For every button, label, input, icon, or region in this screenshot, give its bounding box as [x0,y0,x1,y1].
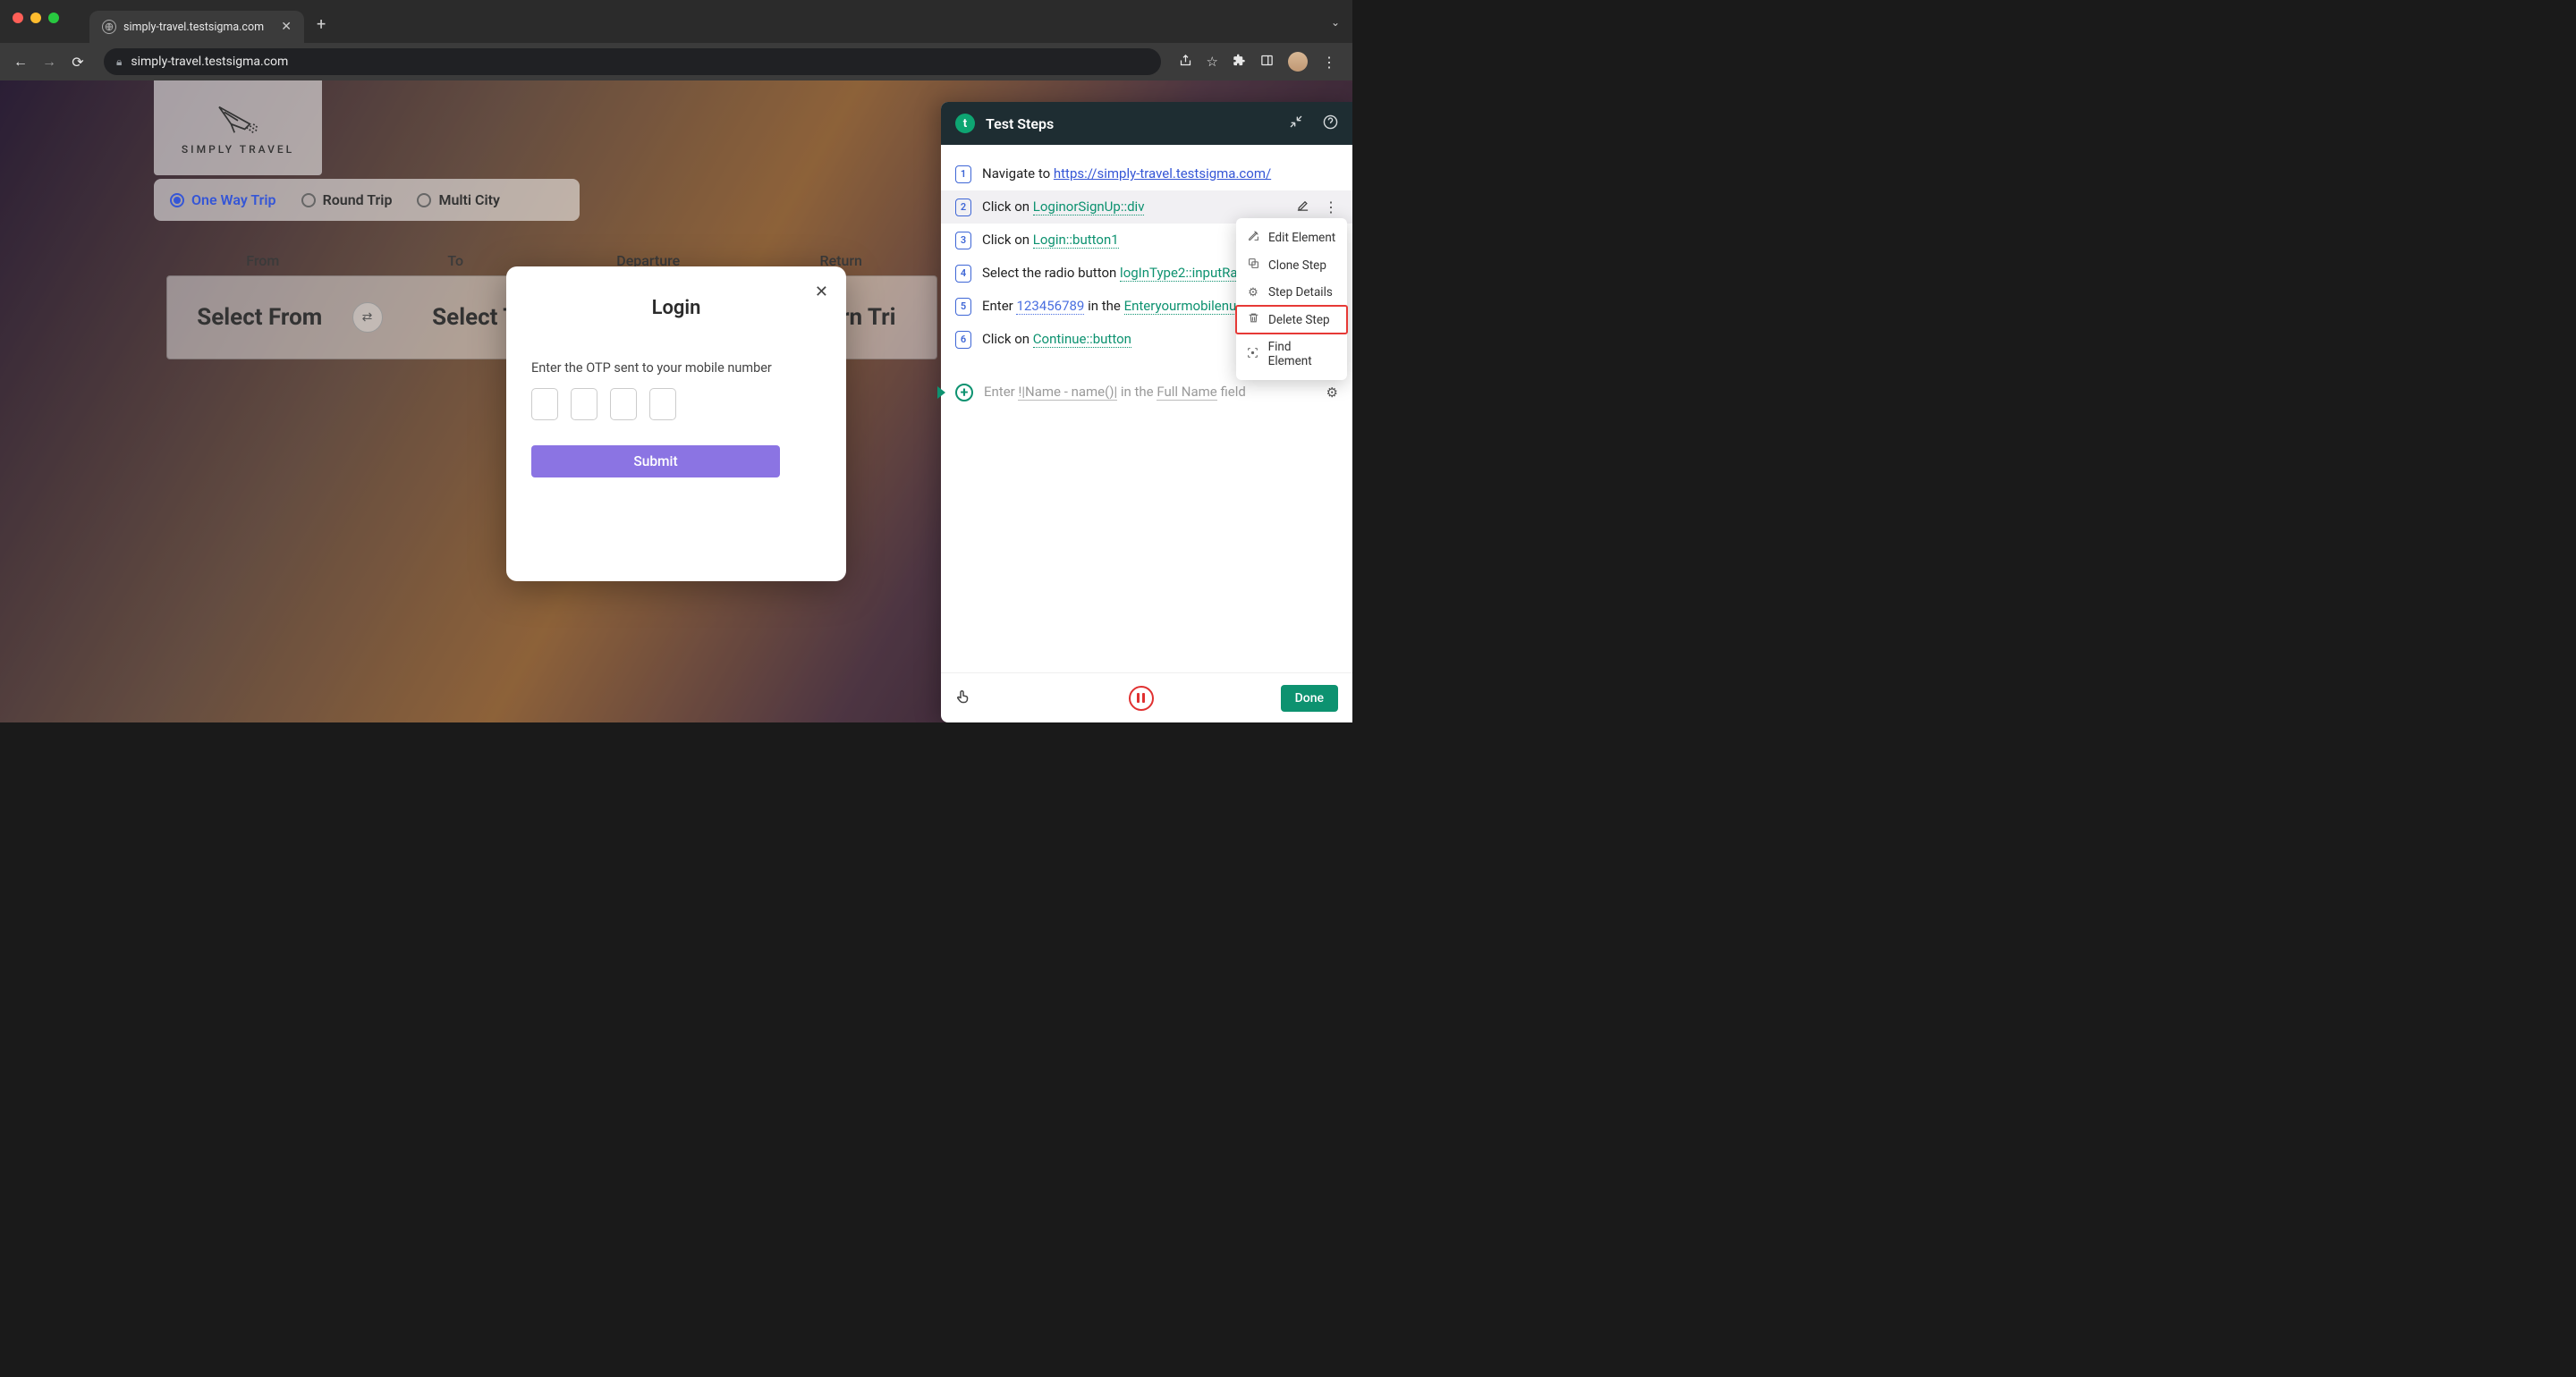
trip-type-label: One Way Trip [191,191,276,208]
trip-type-card: One Way Trip Round Trip Multi City [154,179,580,221]
plane-icon [212,100,264,138]
pause-button[interactable] [1129,686,1154,711]
panel-header: Test Steps [941,102,1352,145]
from-field[interactable]: Select From [167,304,352,331]
test-step[interactable]: 1 Navigate to https://simply-travel.test… [941,157,1352,190]
ctx-edit-element[interactable]: Edit Element [1236,224,1347,251]
step-number-badge: 4 [955,265,971,283]
step-url-link[interactable]: https://simply-travel.testsigma.com/ [1054,165,1271,182]
step-element-link[interactable]: Login::button1 [1033,232,1119,249]
close-tab-icon[interactable]: ✕ [281,20,292,34]
new-tab-button[interactable]: + [317,15,326,34]
target-icon [1247,347,1259,362]
copy-icon [1247,258,1259,273]
ctx-label: Clone Step [1268,258,1326,273]
browser-tab[interactable]: simply-travel.testsigma.com ✕ [89,11,304,43]
otp-digit-2[interactable] [571,388,597,420]
sidepanel-icon[interactable] [1260,54,1274,71]
otp-digit-1[interactable] [531,388,558,420]
ctx-step-details[interactable]: ⚙ Step Details [1236,279,1347,306]
trip-type-label: Round Trip [323,191,393,208]
window-maximize[interactable] [48,13,59,23]
done-button[interactable]: Done [1281,685,1338,712]
browser-tab-bar: simply-travel.testsigma.com ✕ + ⌄ [0,0,1352,43]
tabs-dropdown-icon[interactable]: ⌄ [1331,16,1340,29]
trip-type-multi[interactable]: Multi City [417,191,500,208]
swap-icon[interactable]: ⇄ [352,302,383,333]
lock-icon: 🔒︎ [116,55,122,69]
add-step-icon[interactable]: + [955,384,973,401]
otp-instruction: Enter the OTP sent to your mobile number [531,360,821,376]
edit-icon [1247,230,1259,245]
step-number-badge: 5 [955,298,971,316]
tab-title: simply-travel.testsigma.com [123,21,274,34]
edit-step-icon[interactable] [1296,199,1309,215]
trip-type-round[interactable]: Round Trip [301,191,393,208]
window-minimize[interactable] [30,13,41,23]
site-logo[interactable]: SIMPLY TRAVEL [154,80,322,175]
new-step-template: Enter !|Name - name()| in the Full Name … [984,383,1316,401]
help-icon[interactable] [1323,114,1338,133]
url-text: simply-travel.testsigma.com [131,55,288,69]
step-element-link[interactable]: Enteryourmobilenu [1124,298,1237,315]
step-settings-icon[interactable]: ⚙ [1326,384,1338,401]
back-button[interactable]: ← [13,53,29,71]
ctx-label: Find Element [1268,340,1336,368]
address-bar[interactable]: 🔒︎ simply-travel.testsigma.com [104,48,1161,75]
logo-text: SIMPLY TRAVEL [182,143,294,156]
ctx-label: Edit Element [1268,231,1335,245]
step-more-icon[interactable]: ⋮ [1324,199,1338,215]
forward-button[interactable]: → [41,53,57,71]
ctx-label: Delete Step [1268,313,1330,327]
trip-type-one-way[interactable]: One Way Trip [170,191,276,208]
ctx-find-element[interactable]: Find Element [1236,334,1347,375]
modal-title: Login [531,297,821,319]
globe-icon [102,20,116,34]
radio-icon [170,193,184,207]
testsigma-logo-icon [955,114,975,133]
steps-list: 1 Navigate to https://simply-travel.test… [941,145,1352,672]
trip-type-label: Multi City [438,191,500,208]
pointer-tool-icon[interactable] [955,688,971,708]
window-close[interactable] [13,13,23,23]
otp-digit-3[interactable] [610,388,637,420]
radio-icon [417,193,431,207]
panel-title: Test Steps [986,115,1269,132]
close-icon[interactable]: ✕ [815,283,828,301]
step-text: Navigate to https://simply-travel.testsi… [982,165,1338,183]
collapse-icon[interactable] [1289,114,1303,132]
ctx-clone-step[interactable]: Clone Step [1236,251,1347,279]
step-element-link[interactable]: Continue::button [1033,331,1131,348]
step-data-value[interactable]: 123456789 [1016,298,1084,315]
login-modal: ✕ Login Enter the OTP sent to your mobil… [506,266,846,581]
field-label-from: From [166,252,360,269]
ctx-label: Step Details [1268,285,1333,300]
profile-avatar[interactable] [1288,52,1308,72]
submit-button[interactable]: Submit [531,445,780,477]
browser-menu-icon[interactable]: ⋮ [1322,54,1336,71]
panel-footer: Done [941,672,1352,722]
step-element-link[interactable]: logInType2::inputRa [1120,265,1238,282]
trash-icon [1247,312,1259,327]
test-steps-panel: Test Steps 1 Navigate to https://simply-… [941,102,1352,722]
browser-toolbar: ← → ⟳ 🔒︎ simply-travel.testsigma.com ☆ ⋮ [0,43,1352,80]
share-icon[interactable] [1179,54,1192,71]
reload-button[interactable]: ⟳ [70,54,86,71]
step-number-badge: 2 [955,199,971,216]
otp-digit-4[interactable] [649,388,676,420]
radio-icon [301,193,316,207]
step-number-badge: 1 [955,165,971,183]
extensions-icon[interactable] [1233,54,1246,71]
step-element-link[interactable]: LoginorSignUp::div [1033,199,1145,215]
gear-icon: ⚙ [1247,286,1259,300]
ctx-delete-step[interactable]: Delete Step [1236,306,1347,334]
current-step-arrow-icon [937,386,945,399]
step-context-menu: Edit Element Clone Step ⚙ Step Details [1236,218,1347,380]
bookmark-icon[interactable]: ☆ [1207,54,1218,70]
step-number-badge: 3 [955,232,971,249]
step-text: Click on LoginorSignUp::div [982,198,1285,216]
pause-icon [1137,693,1145,703]
step-number-badge: 6 [955,331,971,349]
